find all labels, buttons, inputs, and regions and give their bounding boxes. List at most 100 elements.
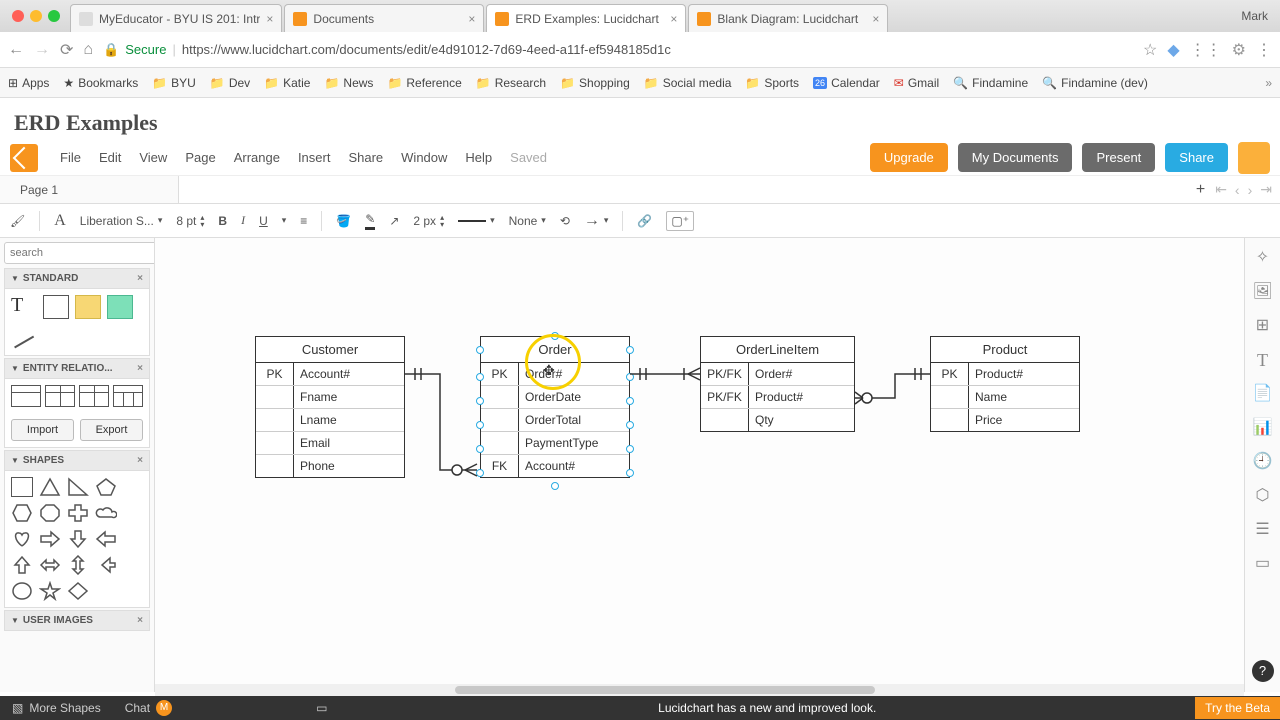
page-prev-icon[interactable]: ‹: [1231, 182, 1244, 198]
entity-product[interactable]: Product PKProduct# Name Price: [930, 336, 1080, 432]
rectangle-shape-icon[interactable]: [43, 295, 69, 319]
bookmark-item[interactable]: 🔍Findamine (dev): [1042, 76, 1148, 90]
bookmark-folder[interactable]: 📁Research: [476, 76, 546, 90]
bookmark-folder[interactable]: 📁Dev: [210, 76, 250, 90]
double-arrow-h-shape-icon[interactable]: [39, 555, 61, 575]
bookmark-item[interactable]: ⊞Apps: [8, 76, 49, 90]
arrow-right-shape-icon[interactable]: [39, 529, 61, 549]
share-button[interactable]: Share: [1165, 143, 1228, 172]
text-options-icon[interactable]: ▾: [282, 215, 287, 226]
entity-orderlineitem[interactable]: OrderLineItem PK/FKOrder# PK/FKProduct# …: [700, 336, 855, 432]
menu-window[interactable]: Window: [401, 150, 447, 165]
close-tab-icon[interactable]: ×: [266, 12, 273, 26]
line-style-select[interactable]: ▾: [458, 215, 495, 226]
bookmark-folder[interactable]: 📁Shopping: [560, 76, 630, 90]
line-shape-icon[interactable]: [11, 325, 37, 349]
import-button[interactable]: Import: [11, 419, 74, 441]
italic-icon[interactable]: I: [241, 213, 245, 228]
close-window-icon[interactable]: [12, 10, 24, 22]
theme-icon[interactable]: 🖼: [1253, 282, 1273, 302]
panel-header-shapes[interactable]: ▼SHAPES×: [4, 450, 150, 471]
note-shape-icon[interactable]: [75, 295, 101, 319]
lucidchart-logo-icon[interactable]: [10, 144, 38, 172]
bookmark-folder[interactable]: 📁Social media: [644, 76, 732, 90]
minimize-panel-icon[interactable]: ▭: [304, 701, 339, 715]
triangle-shape-icon[interactable]: [39, 477, 61, 497]
profile-name[interactable]: Mark: [1241, 9, 1268, 23]
fill-icon[interactable]: 🪣: [336, 214, 351, 228]
bookmark-folder[interactable]: 📁News: [324, 76, 373, 90]
text-shape-icon[interactable]: T: [11, 295, 37, 319]
extension-icon[interactable]: ◆: [1167, 40, 1179, 60]
browser-tab[interactable]: MyEducator - BYU IS 201: Intr×: [70, 4, 282, 32]
bookmark-item[interactable]: ✉Gmail: [894, 76, 939, 90]
menu-arrange[interactable]: Arrange: [234, 150, 280, 165]
bookmark-item[interactable]: ★Bookmarks: [63, 76, 138, 90]
scrollbar-thumb[interactable]: [455, 686, 875, 694]
try-beta-button[interactable]: Try the Beta: [1195, 697, 1280, 719]
bookmark-folder[interactable]: 📁Reference: [387, 76, 461, 90]
grid-icon[interactable]: ⊞: [1253, 316, 1273, 336]
arrow-up-shape-icon[interactable]: [11, 555, 33, 575]
underline-icon[interactable]: U: [259, 214, 268, 228]
export-button[interactable]: Export: [80, 419, 143, 441]
close-icon[interactable]: ×: [137, 363, 143, 374]
square-shape-icon[interactable]: [11, 477, 33, 497]
chat-button[interactable]: ChatM: [113, 700, 184, 716]
cube-icon[interactable]: ⬡: [1253, 486, 1273, 506]
circle-shape-icon[interactable]: [11, 581, 33, 601]
panel-header-user-images[interactable]: ▼USER IMAGES×: [4, 610, 150, 631]
close-tab-icon[interactable]: ×: [468, 12, 475, 26]
hexagon-shape-icon[interactable]: [11, 503, 33, 523]
page-first-icon[interactable]: ⇤: [1211, 181, 1231, 198]
diamond-shape-icon[interactable]: [67, 581, 89, 601]
present-button[interactable]: Present: [1082, 143, 1155, 172]
octagon-shape-icon[interactable]: [39, 503, 61, 523]
present-icon[interactable]: ▭: [1253, 554, 1273, 574]
entity-order[interactable]: Order PKOrder# OrderDate OrderTotal Paym…: [480, 336, 630, 478]
close-icon[interactable]: ×: [137, 455, 143, 466]
font-select[interactable]: Liberation S...▾: [80, 214, 163, 228]
page-next-icon[interactable]: ›: [1244, 182, 1257, 198]
pentagon-shape-icon[interactable]: [95, 477, 117, 497]
menu-share[interactable]: Share: [348, 150, 383, 165]
document-title[interactable]: ERD Examples: [0, 98, 1280, 140]
page-icon[interactable]: 📄: [1253, 384, 1273, 404]
horizontal-scrollbar[interactable]: [155, 684, 1244, 696]
line-end-select[interactable]: None▾: [509, 214, 546, 228]
diagram-canvas[interactable]: Customer PKAccount# Fname Lname Email Ph…: [155, 238, 1244, 692]
menu-view[interactable]: View: [139, 150, 167, 165]
erd-entity-shape-icon[interactable]: [45, 385, 75, 407]
erd-entity-shape-icon[interactable]: [113, 385, 143, 407]
close-icon[interactable]: ×: [137, 615, 143, 626]
page-last-icon[interactable]: ⇥: [1256, 181, 1280, 198]
star-icon[interactable]: ☆: [1143, 40, 1157, 60]
link-icon[interactable]: 🔗: [637, 214, 652, 228]
bookmarks-overflow-icon[interactable]: »: [1265, 76, 1272, 90]
line-color-icon[interactable]: ✎: [365, 212, 375, 230]
format-painter-icon[interactable]: 🖌: [10, 214, 25, 228]
url-box[interactable]: 🔒 Secure | https://www.lucidchart.com/do…: [103, 42, 1133, 58]
menu-insert[interactable]: Insert: [298, 150, 331, 165]
flip-icon[interactable]: ⟲: [560, 214, 570, 228]
star-shape-icon[interactable]: [39, 581, 61, 601]
entity-customer[interactable]: Customer PKAccount# Fname Lname Email Ph…: [255, 336, 405, 478]
panel-header-entity[interactable]: ▼ENTITY RELATIO...×: [4, 358, 150, 379]
page-tab[interactable]: Page 1: [0, 176, 179, 203]
heart-shape-icon[interactable]: [11, 529, 33, 549]
navigator-icon[interactable]: ✧: [1253, 248, 1273, 268]
erd-entity-shape-icon[interactable]: [79, 385, 109, 407]
history-icon[interactable]: 🕘: [1253, 452, 1273, 472]
bookmark-folder[interactable]: 📁Sports: [745, 76, 799, 90]
close-icon[interactable]: ×: [137, 273, 143, 284]
layers-icon[interactable]: ☰: [1253, 520, 1273, 540]
my-documents-button[interactable]: My Documents: [958, 143, 1073, 172]
upgrade-button[interactable]: Upgrade: [870, 143, 948, 172]
cross-shape-icon[interactable]: [67, 503, 89, 523]
menu-page[interactable]: Page: [185, 150, 215, 165]
callout-shape-icon[interactable]: [95, 555, 117, 575]
relationship-line[interactable]: [630, 368, 705, 388]
bookmark-item[interactable]: 26Calendar: [813, 76, 880, 90]
shape-search-input[interactable]: [4, 242, 155, 264]
close-tab-icon[interactable]: ×: [670, 12, 677, 26]
